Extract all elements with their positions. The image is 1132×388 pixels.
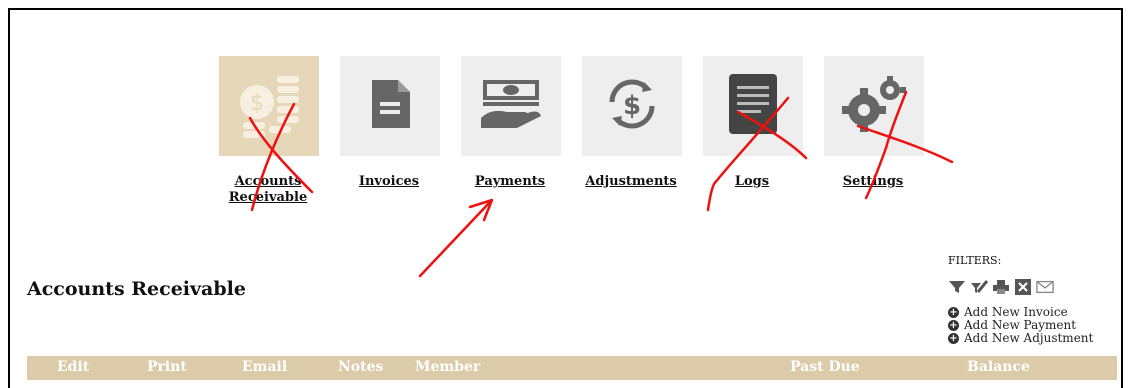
close-icon[interactable]: [1014, 279, 1032, 295]
cash-hand-icon: [475, 76, 547, 136]
clear-filter-icon[interactable]: [970, 279, 988, 295]
nav-label-invoices[interactable]: Invoices: [324, 174, 454, 190]
nav-tile-accounts-receivable[interactable]: $: [219, 56, 319, 156]
nav-tile-settings[interactable]: [824, 56, 924, 156]
add-adjustment-label: Add New Adjustment: [964, 331, 1094, 345]
column-header-member[interactable]: Member: [415, 359, 480, 375]
nav-tile-invoices[interactable]: [340, 56, 440, 156]
plus-circle-icon: +: [948, 320, 959, 331]
email-icon[interactable]: [1036, 279, 1054, 295]
table-header-row: Edit Print Email Notes Member Past Due B…: [27, 356, 1117, 380]
nav-tile-logs[interactable]: [703, 56, 803, 156]
gears-icon: [838, 72, 910, 140]
svg-text:$: $: [623, 91, 641, 121]
print-icon[interactable]: [992, 279, 1010, 295]
column-header-past-due[interactable]: Past Due: [790, 359, 860, 375]
filter-icon[interactable]: [948, 279, 966, 295]
module-nav: $ Accounts Receivable Invoices Payments …: [213, 56, 953, 216]
log-list-icon: [725, 72, 781, 140]
column-header-notes[interactable]: Notes: [338, 359, 383, 375]
filters-label: FILTERS:: [948, 254, 1002, 267]
plus-circle-icon: +: [948, 333, 959, 344]
plus-circle-icon: +: [948, 307, 959, 318]
column-header-email[interactable]: Email: [242, 359, 287, 375]
dollar-cycle-icon: $: [600, 72, 664, 140]
add-actions: + Add New Invoice + Add New Payment + Ad…: [948, 306, 1118, 345]
nav-tile-payments[interactable]: [461, 56, 561, 156]
nav-label-logs[interactable]: Logs: [687, 174, 817, 190]
column-header-edit[interactable]: Edit: [57, 359, 89, 375]
nav-label-payments[interactable]: Payments: [445, 174, 575, 190]
page-title: Accounts Receivable: [27, 278, 246, 300]
coins-dollar-icon: $: [233, 68, 305, 144]
filter-toolbar: [948, 278, 1118, 296]
column-header-balance[interactable]: Balance: [967, 359, 1030, 375]
nav-label-accounts-receivable[interactable]: Accounts Receivable: [223, 174, 313, 206]
nav-label-adjustments[interactable]: Adjustments: [566, 174, 696, 190]
nav-label-settings[interactable]: Settings: [808, 174, 938, 190]
document-icon: [368, 76, 412, 136]
svg-text:$: $: [250, 91, 264, 116]
add-adjustment-link[interactable]: + Add New Adjustment: [948, 332, 1118, 345]
nav-tile-adjustments[interactable]: $: [582, 56, 682, 156]
filters-panel: FILTERS: + Add New Invoice + Add New Pay…: [948, 254, 1118, 345]
column-header-print[interactable]: Print: [147, 359, 187, 375]
